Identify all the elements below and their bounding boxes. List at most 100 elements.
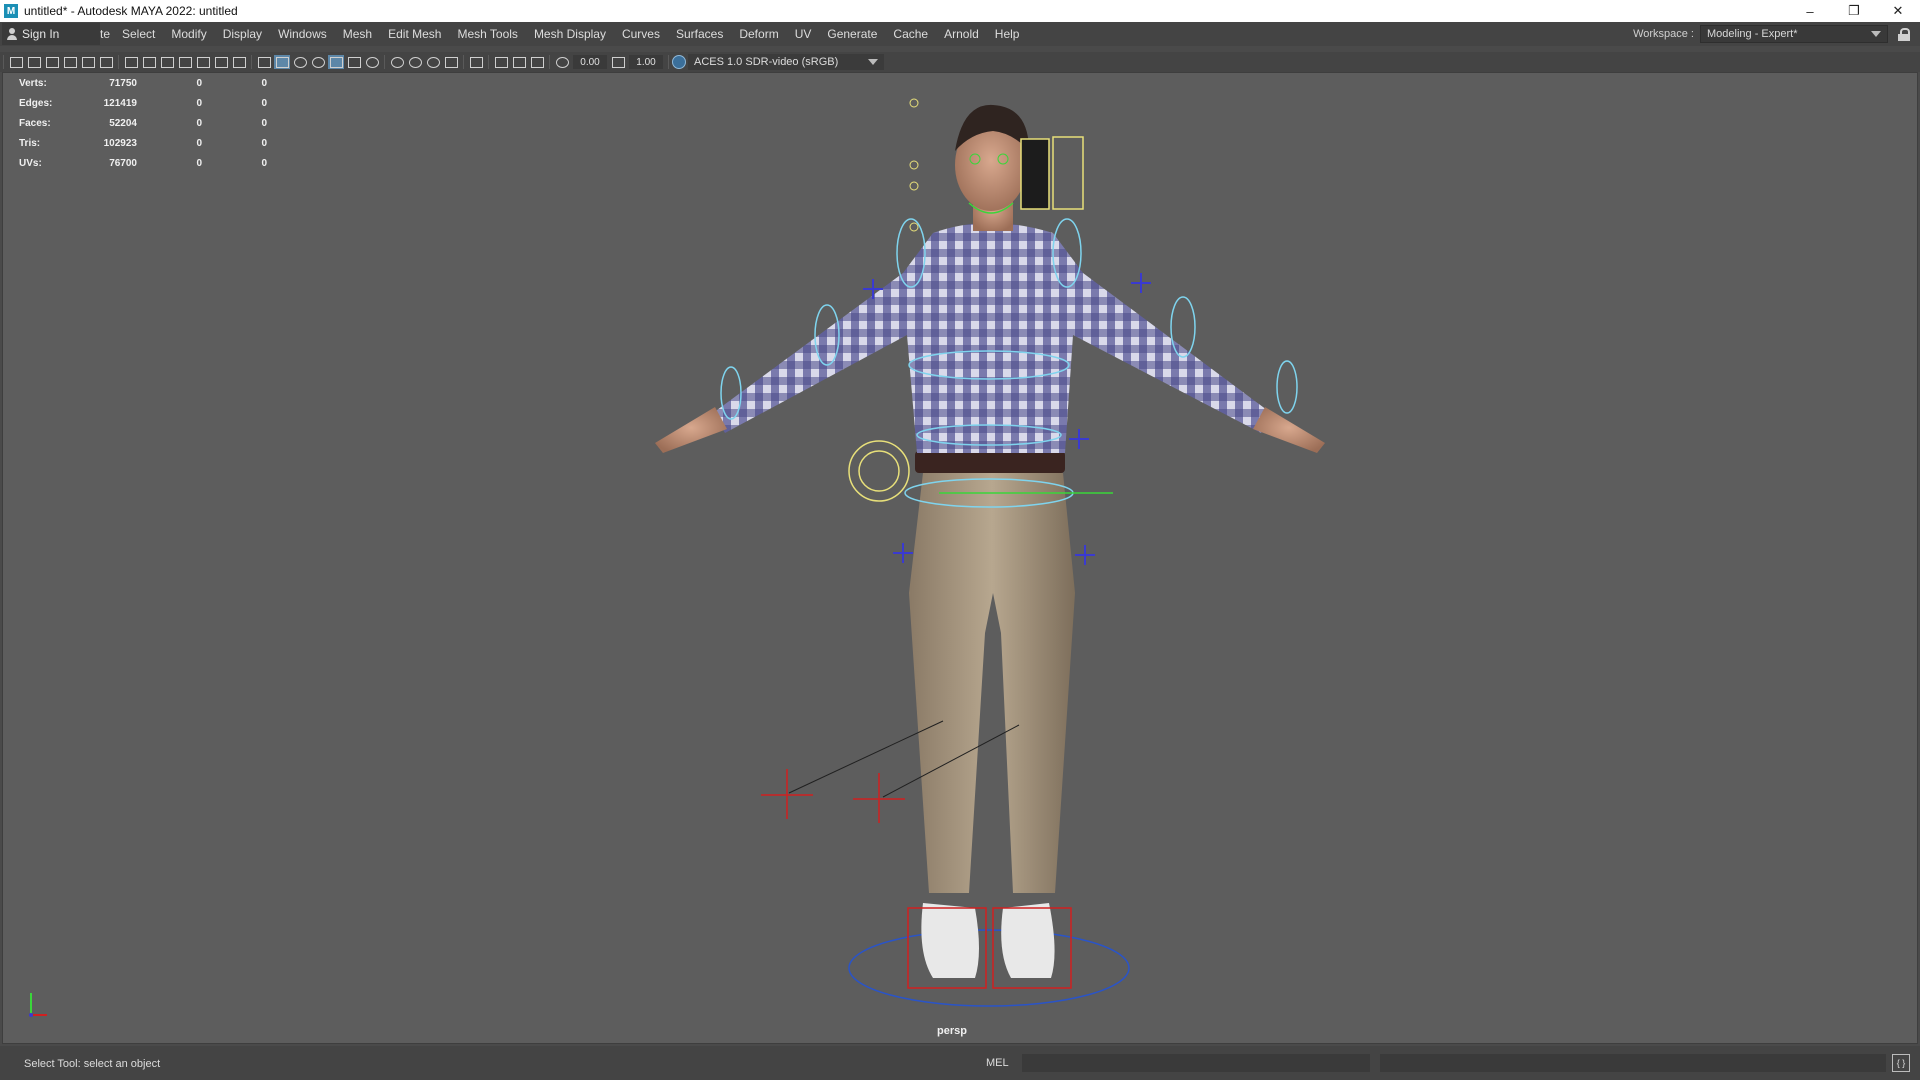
wireframe-on-shaded-icon[interactable] (310, 55, 326, 69)
menu-select[interactable]: Select (114, 27, 163, 41)
pole-vector-cross (1069, 429, 1089, 449)
field-chart-icon[interactable] (195, 55, 211, 69)
pole-vector-cross (1131, 273, 1151, 293)
chevron-down-icon (868, 59, 878, 65)
depth-of-field-icon[interactable] (443, 55, 459, 69)
menu-deform[interactable]: Deform (731, 27, 786, 41)
toolbar-divider (549, 55, 550, 69)
toolbar-divider (118, 55, 119, 69)
cog-control-inner[interactable] (858, 450, 900, 492)
head-aim-control-3[interactable] (909, 181, 919, 191)
safe-action-icon[interactable] (213, 55, 229, 69)
sign-in-button[interactable]: Sign In (2, 23, 100, 45)
camera-icon[interactable] (8, 55, 24, 69)
gate-mask-icon[interactable] (177, 55, 193, 69)
knee-pole-cross-r (853, 773, 905, 823)
grid-icon[interactable] (123, 55, 139, 69)
workspace-label: Workspace : (1633, 28, 1694, 40)
wireframe-icon[interactable] (256, 55, 272, 69)
mel-label[interactable]: MEL (986, 1057, 1009, 1069)
xray-active-components-icon[interactable] (511, 55, 527, 69)
gamma-icon[interactable] (610, 55, 626, 69)
root-control-circle[interactable] (848, 929, 1130, 1007)
head-aim-control-2[interactable] (909, 160, 919, 170)
workspace-dropdown[interactable]: Modeling - Expert* (1700, 25, 1888, 43)
axis-gizmo (29, 993, 47, 1017)
right-shoe-mesh[interactable] (1001, 903, 1055, 978)
workspace-area: Workspace : Modeling - Expert* (1633, 22, 1920, 46)
image-plane-icon[interactable] (62, 55, 78, 69)
motion-blur-icon[interactable] (407, 55, 423, 69)
menu-generate[interactable]: Generate (819, 27, 885, 41)
head-aim-control-4[interactable] (909, 222, 919, 232)
xray-joints-icon[interactable] (529, 55, 545, 69)
pole-vector-cross (1075, 545, 1095, 565)
face-control-panel[interactable] (1020, 138, 1050, 210)
menu-edit-mesh[interactable]: Edit Mesh (380, 27, 449, 41)
shadows-icon[interactable] (364, 55, 380, 69)
resolution-gate-icon[interactable] (159, 55, 175, 69)
toolbar-divider (384, 55, 385, 69)
isolate-select-icon[interactable] (468, 55, 484, 69)
menu-item-truncated[interactable]: te (100, 27, 114, 41)
exposure-field[interactable]: 0.00 (573, 55, 607, 69)
textured-icon[interactable] (328, 55, 344, 69)
menu-windows[interactable]: Windows (270, 27, 335, 41)
eye-control-panel[interactable] (1052, 136, 1084, 210)
cog-control[interactable] (848, 440, 910, 502)
menu-help[interactable]: Help (987, 27, 1028, 41)
head-aim-control-1[interactable] (909, 98, 919, 108)
wrist-r-control[interactable] (1276, 360, 1298, 414)
window-title: untitled* - Autodesk MAYA 2022: untitled (24, 4, 238, 18)
close-icon[interactable]: ✕ (1876, 0, 1920, 22)
anti-aliasing-icon[interactable] (425, 55, 441, 69)
default-material-icon[interactable] (292, 55, 308, 69)
minimize-icon[interactable]: – (1788, 0, 1832, 22)
safe-title-icon[interactable] (231, 55, 247, 69)
restore-icon[interactable]: ❐ (1832, 0, 1876, 22)
screen-space-ao-icon[interactable] (389, 55, 405, 69)
belt-mesh[interactable] (915, 451, 1065, 473)
camera-attributes-icon[interactable] (26, 55, 42, 69)
shirt-mesh[interactable] (713, 223, 1271, 453)
menu-arnold[interactable]: Arnold (936, 27, 987, 41)
viewport-persp[interactable]: Verts: 71750 0 0 Edges: 121419 0 0 Faces… (2, 72, 1918, 1044)
toolbar-divider (3, 55, 4, 69)
smooth-shade-icon[interactable] (274, 55, 290, 69)
script-editor-icon[interactable]: { } (1892, 1054, 1910, 1072)
toolbar-divider (668, 55, 669, 69)
mel-result-field (1380, 1054, 1886, 1072)
grease-pencil-icon[interactable] (98, 55, 114, 69)
workspace-value: Modeling - Expert* (1707, 28, 1798, 40)
menu-modify[interactable]: Modify (163, 27, 214, 41)
film-gate-icon[interactable] (141, 55, 157, 69)
menu-cache[interactable]: Cache (885, 27, 936, 41)
left-shoe-mesh[interactable] (921, 903, 979, 978)
xray-icon[interactable] (493, 55, 509, 69)
mel-command-input[interactable] (1022, 1054, 1370, 1072)
menu-display[interactable]: Display (215, 27, 270, 41)
two-d-pan-zoom-icon[interactable] (80, 55, 96, 69)
user-icon (6, 28, 18, 40)
lock-icon[interactable] (1898, 28, 1910, 41)
pole-vector-cross (893, 543, 913, 563)
exposure-icon[interactable] (554, 55, 570, 69)
menu-mesh-display[interactable]: Mesh Display (526, 27, 614, 41)
menu-mesh[interactable]: Mesh (335, 27, 380, 41)
color-management-icon[interactable] (672, 55, 686, 69)
menu-surfaces[interactable]: Surfaces (668, 27, 731, 41)
right-hand-mesh[interactable] (1253, 407, 1325, 453)
knee-pole-vectors[interactable] (761, 769, 905, 823)
color-management-dropdown[interactable]: ACES 1.0 SDR-video (sRGB) (688, 54, 884, 70)
bookmark-icon[interactable] (44, 55, 60, 69)
menu-curves[interactable]: Curves (614, 27, 668, 41)
knee-pole-line-l (788, 720, 944, 794)
pants-mesh[interactable] (909, 473, 1075, 893)
menu-mesh-tools[interactable]: Mesh Tools (449, 27, 525, 41)
rigged-character-scene (29, 98, 1325, 1017)
gamma-field[interactable]: 1.00 (629, 55, 663, 69)
lights-icon[interactable] (346, 55, 362, 69)
menu-uv[interactable]: UV (787, 27, 820, 41)
knee-pole-cross-l (761, 769, 813, 819)
left-hand-mesh[interactable] (655, 407, 727, 453)
